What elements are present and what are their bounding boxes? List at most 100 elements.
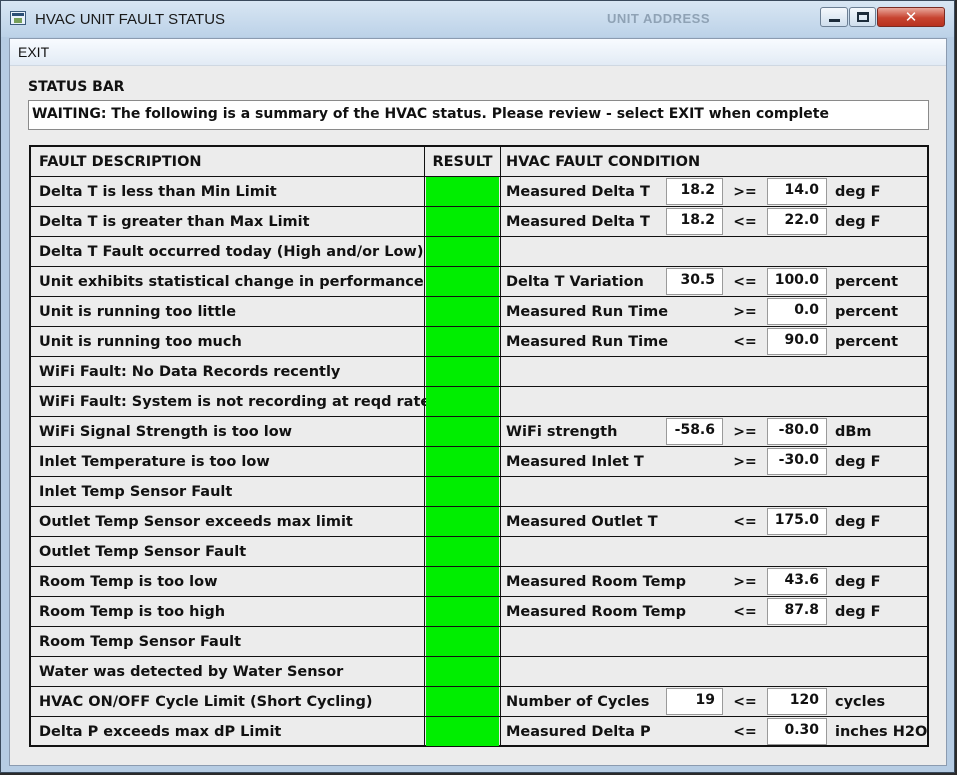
condition-label: Number of Cycles <box>506 694 650 710</box>
result-status-indicator <box>426 477 499 506</box>
table-row: Delta T Fault occurred today (High and/o… <box>31 237 927 267</box>
unit-label: percent <box>835 334 899 350</box>
threshold-value-field[interactable]: 100.0 <box>767 268 827 295</box>
result-cell <box>425 327 501 356</box>
fault-condition-cell: Measured Delta T 18.2 >= 14.0 deg F <box>501 177 927 206</box>
menu-item-exit[interactable]: EXIT <box>18 44 49 60</box>
condition-label: Measured Run Time <box>506 304 669 320</box>
fault-description: WiFi Signal Strength is too low <box>31 417 425 446</box>
client-area: EXIT STATUS BAR WAITING: The following i… <box>9 38 947 766</box>
condition-label: WiFi strength <box>506 424 618 440</box>
measured-value-field[interactable]: 18.2 <box>666 178 723 205</box>
result-status-indicator <box>426 387 499 416</box>
measured-value-field[interactable]: 18.2 <box>666 208 723 235</box>
result-cell <box>425 387 501 416</box>
table-row: Unit is running too little Measured Run T… <box>31 297 927 327</box>
table-row: Inlet Temp Sensor Fault <box>31 477 927 507</box>
comparison-operator: <= <box>733 214 757 230</box>
condition-label: Measured Room Temp <box>506 604 686 620</box>
fault-description: Room Temp is too low <box>31 567 425 596</box>
result-status-indicator <box>426 567 499 596</box>
condition-label: Measured Inlet T <box>506 454 644 470</box>
minimize-button[interactable] <box>820 7 848 27</box>
table-row: Delta T is greater than Max Limit Measure… <box>31 207 927 237</box>
result-cell <box>425 297 501 326</box>
comparison-operator: <= <box>733 724 757 740</box>
comparison-operator: <= <box>733 604 757 620</box>
threshold-value-field[interactable]: 43.6 <box>767 568 827 595</box>
threshold-value-field[interactable]: 175.0 <box>767 508 827 535</box>
fault-condition-cell: Delta T Variation 30.5 <= 100.0 percent <box>501 267 927 296</box>
condition-label: Measured Outlet T <box>506 514 658 530</box>
threshold-value-field[interactable]: 22.0 <box>767 208 827 235</box>
fault-description: Inlet Temp Sensor Fault <box>31 477 425 506</box>
close-button[interactable]: ✕ <box>877 7 945 27</box>
condition-label: Measured Run Time <box>506 334 669 350</box>
window-title: HVAC UNIT FAULT STATUS <box>35 11 226 28</box>
table-row: Unit is running too much Measured Run Tim… <box>31 327 927 357</box>
threshold-value-field[interactable]: -30.0 <box>767 448 827 475</box>
app-window: HVAC UNIT FAULT STATUS UNIT ADDRESS ✕ EX… <box>0 0 955 773</box>
comparison-operator: >= <box>733 184 757 200</box>
comparison-operator: <= <box>733 334 757 350</box>
measured-value-field[interactable]: -58.6 <box>666 418 723 445</box>
unit-label: deg F <box>835 514 881 530</box>
result-cell <box>425 477 501 506</box>
comparison-operator: >= <box>733 454 757 470</box>
table-row: Delta T is less than Min Limit Measured D… <box>31 177 927 207</box>
threshold-value-field[interactable]: 0.0 <box>767 298 827 325</box>
table-row: Water was detected by Water Sensor <box>31 657 927 687</box>
threshold-value-field[interactable]: 14.0 <box>767 178 827 205</box>
measured-value-field[interactable]: 30.5 <box>666 268 723 295</box>
comparison-operator: >= <box>733 304 757 320</box>
result-status-indicator <box>426 447 499 476</box>
unit-label: dBm <box>835 424 872 440</box>
unit-label: deg F <box>835 454 881 470</box>
unit-label: cycles <box>835 694 886 710</box>
fault-condition-cell: Measured Room Temp >= 43.6 deg F <box>501 567 927 596</box>
fault-description: Inlet Temperature is too low <box>31 447 425 476</box>
table-row: Outlet Temp Sensor exceeds max limit Meas… <box>31 507 927 537</box>
measured-value-field[interactable]: 19 <box>666 688 723 715</box>
result-cell <box>425 447 501 476</box>
header-hvac-fault-condition: HVAC FAULT CONDITION <box>506 154 701 170</box>
threshold-value-field[interactable]: 87.8 <box>767 598 827 625</box>
condition-label: Measured Delta T <box>506 214 650 230</box>
header-result: RESULT <box>425 147 501 176</box>
fault-condition-cell: WiFi strength -58.6 >= -80.0 dBm <box>501 417 927 446</box>
comparison-operator: <= <box>733 514 757 530</box>
fault-condition-cell <box>501 387 927 416</box>
result-status-indicator <box>426 717 499 746</box>
unit-label: deg F <box>835 214 881 230</box>
result-cell <box>425 627 501 656</box>
unit-label: deg F <box>835 604 881 620</box>
result-status-indicator <box>426 327 499 356</box>
fault-description: Water was detected by Water Sensor <box>31 657 425 686</box>
threshold-value-field[interactable]: 90.0 <box>767 328 827 355</box>
table-row: Room Temp is too low Measured Room Temp >=… <box>31 567 927 597</box>
fault-condition-cell <box>501 627 927 656</box>
close-icon: ✕ <box>904 8 918 26</box>
table-row: WiFi Signal Strength is too low WiFi stre… <box>31 417 927 447</box>
fault-condition-cell: Measured Inlet T >= -30.0 deg F <box>501 447 927 476</box>
threshold-value-field[interactable]: -80.0 <box>767 418 827 445</box>
result-status-indicator <box>426 657 499 686</box>
title-bar[interactable]: HVAC UNIT FAULT STATUS UNIT ADDRESS ✕ <box>1 1 954 37</box>
result-cell <box>425 567 501 596</box>
table-row: Outlet Temp Sensor Fault <box>31 537 927 567</box>
result-status-indicator <box>426 417 499 446</box>
unit-label: percent <box>835 274 899 290</box>
fault-description: Outlet Temp Sensor exceeds max limit <box>31 507 425 536</box>
threshold-value-field[interactable]: 0.30 <box>767 718 827 745</box>
header-fault-description: FAULT DESCRIPTION <box>31 147 425 176</box>
threshold-value-field[interactable]: 120 <box>767 688 827 715</box>
result-cell <box>425 267 501 296</box>
maximize-button[interactable] <box>849 7 876 27</box>
status-bar-label: STATUS BAR <box>28 79 125 95</box>
condition-label: Measured Delta T <box>506 184 650 200</box>
unit-label: inches H2O <box>835 724 928 740</box>
fault-description: Outlet Temp Sensor Fault <box>31 537 425 566</box>
fault-description: Unit is running too much <box>31 327 425 356</box>
result-status-indicator <box>426 537 499 566</box>
fault-condition-cell: Measured Delta P <= 0.30 inches H2O <box>501 717 927 746</box>
